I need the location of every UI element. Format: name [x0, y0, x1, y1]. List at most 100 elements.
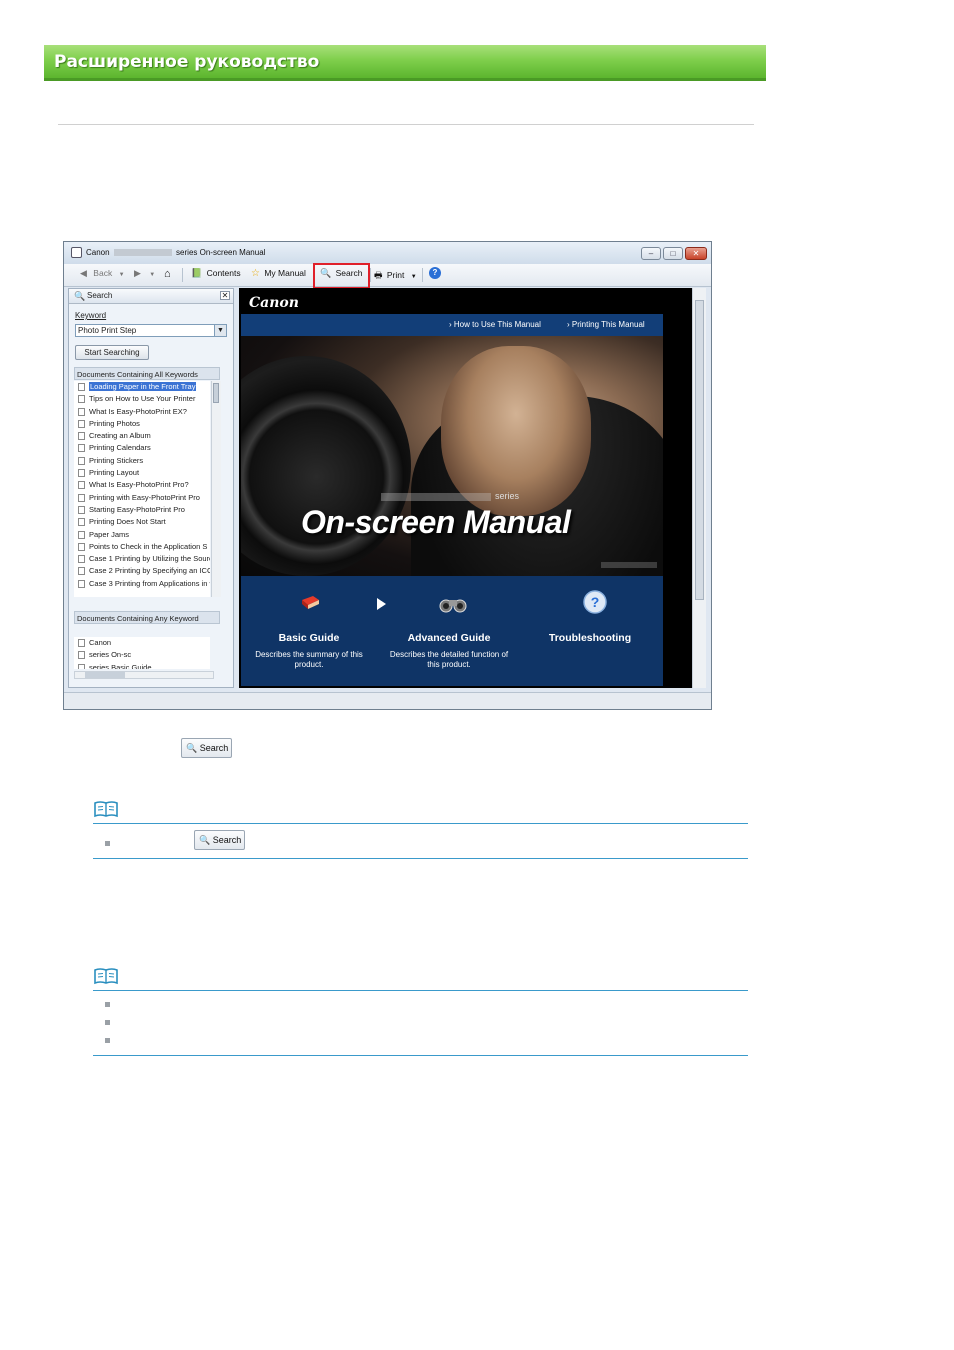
results-scrollbar[interactable] [211, 381, 221, 597]
home-icon: ⌂ [164, 268, 171, 280]
document-icon [78, 444, 85, 453]
content-scrollbar[interactable] [692, 288, 706, 688]
list-item-label: What Is Easy-PhotoPrint EX? [89, 406, 187, 416]
list-item-label: Printing with Easy-PhotoPrint Pro [89, 492, 200, 502]
list-item[interactable]: Printing Stickers [74, 455, 210, 467]
maximize-button[interactable]: □ [663, 247, 683, 260]
list-item[interactable]: Printing Does Not Start [74, 516, 210, 528]
canon-logo: Canon [249, 295, 299, 311]
list-item[interactable]: Printing Layout [74, 467, 210, 479]
document-icon [78, 530, 85, 539]
scrollbar-thumb[interactable] [85, 672, 125, 678]
search-icon: 🔍 [186, 743, 198, 753]
my-manual-button[interactable]: ☆ My Manual [251, 268, 306, 279]
list-item[interactable]: Paper Jams [74, 529, 210, 541]
blurred-model-name [113, 249, 172, 257]
bullet-marker [105, 841, 110, 846]
horizontal-scrollbar[interactable] [74, 671, 214, 679]
troubleshooting-title: Troubleshooting [548, 632, 632, 644]
list-item-label: Points to Check in the Application S [89, 541, 208, 551]
scrollbar-thumb[interactable] [695, 300, 704, 600]
list-item-label: Creating an Album [89, 431, 151, 441]
printing-manual-label: Printing This Manual [571, 320, 645, 329]
document-icon [78, 395, 85, 404]
list-item[interactable]: Printing Photos [74, 418, 210, 430]
list-item-label: What Is Easy-PhotoPrint Pro? [89, 480, 189, 490]
how-to-use-link[interactable]: › How to Use This Manual [449, 320, 541, 329]
top-divider [58, 124, 754, 125]
close-button[interactable]: ✕ [685, 247, 707, 260]
search-icon: 🔍 [74, 291, 86, 301]
scrollbar-thumb[interactable] [213, 383, 219, 403]
back-button[interactable]: ◀ Back ▼ [80, 268, 125, 279]
document-icon [78, 493, 85, 502]
list-item[interactable]: Loading Paper in the Front Tray [74, 381, 210, 393]
list-item[interactable]: series Basic Guide [74, 662, 210, 669]
list-item-label: series Basic Guide [89, 662, 152, 669]
basic-guide-title: Basic Guide [278, 632, 340, 644]
banner-title: Расширенное руководство [54, 52, 320, 72]
home-button[interactable]: ⌂ [164, 268, 171, 280]
close-pane-button[interactable]: ✕ [220, 291, 230, 300]
list-item-label: Case 1 Printing by Utilizing the Sourc [89, 554, 210, 564]
list-item[interactable]: Tips on How to Use Your Printer [74, 393, 210, 405]
document-icon [78, 663, 85, 669]
search-button-image: 🔍 Search [194, 830, 245, 850]
list-item[interactable]: Case 1 Printing by Utilizing the Sourc [74, 553, 210, 565]
list-item[interactable]: Creating an Album [74, 430, 210, 442]
document-icon [78, 419, 85, 428]
hero-photo: series On-screen Manual [241, 336, 663, 576]
document-icon [78, 579, 85, 588]
results-list: Loading Paper in the Front Tray Tips on H… [74, 381, 210, 597]
contents-button[interactable]: 📗 Contents [191, 268, 241, 279]
manual-window-screenshot: Canon series On-screen Manual – □ ✕ ◀ Ba… [63, 241, 712, 710]
list-item-label: series On-sc [89, 650, 132, 660]
list-item[interactable]: Starting Easy-PhotoPrint Pro [74, 504, 210, 516]
basic-guide-link[interactable]: Basic Guide Describes the summary of thi… [244, 632, 374, 670]
list-item[interactable]: What Is Easy-PhotoPrint Pro? [74, 479, 210, 491]
minimize-button[interactable]: – [641, 247, 661, 260]
forward-button[interactable]: ▶ ▼ [134, 268, 155, 279]
note-book-icon [94, 968, 118, 985]
window-title-suffix: series On-screen Manual [176, 248, 266, 257]
basic-guide-desc: Describes the summary of this product. [255, 650, 363, 669]
start-searching-button[interactable]: Start Searching [75, 345, 149, 360]
toolbar-separator [422, 268, 423, 282]
list-item[interactable]: Points to Check in the Application S [74, 541, 210, 553]
advanced-guide-desc: Describes the detailed function of this … [389, 650, 509, 669]
list-item[interactable]: Printing with Easy-PhotoPrint Pro [74, 492, 210, 504]
list-item[interactable]: series On-sc [74, 649, 210, 661]
arrow-right-icon [377, 598, 386, 610]
document-icon [78, 481, 85, 490]
advanced-guide-link[interactable]: Advanced Guide Describes the detailed fu… [384, 632, 514, 670]
list-item-label: Printing Does Not Start [89, 517, 166, 527]
document-icon [78, 651, 85, 660]
print-button[interactable]: 🖶 Print ▼ [374, 268, 417, 284]
all-keywords-header: Documents Containing All Keywords [74, 367, 220, 380]
chevron-down-icon[interactable]: ▼ [214, 325, 226, 336]
keyword-value: Photo Print Step [78, 326, 137, 335]
list-item-label: Printing Stickers [89, 455, 144, 465]
window-title: Canon series On-screen Manual [86, 248, 265, 257]
my-manual-label: My Manual [264, 268, 306, 278]
troubleshooting-link[interactable]: Troubleshooting [525, 632, 655, 644]
star-icon: ☆ [251, 268, 260, 279]
document-icon [78, 567, 85, 576]
keyword-label: Keyword [75, 311, 107, 320]
document-icon [78, 432, 85, 441]
keyword-input[interactable]: Photo Print Step ▼ [75, 324, 227, 337]
toolbar: ◀ Back ▼ ▶ ▼ ⌂ 📗 Contents ☆ My Manual 🔍 … [64, 264, 711, 287]
list-item[interactable]: Printing Calendars [74, 442, 210, 454]
list-item[interactable]: What Is Easy-PhotoPrint EX? [74, 406, 210, 418]
list-item[interactable]: Case 2 Printing by Specifying an ICC [74, 565, 210, 577]
help-button[interactable]: ? [429, 267, 441, 279]
note-book-icon [94, 801, 118, 818]
series-caption: series [381, 491, 519, 501]
list-item[interactable]: Case 3 Printing from Applications in v [74, 578, 210, 590]
printing-manual-link[interactable]: › Printing This Manual [567, 320, 645, 329]
list-item-label: Starting Easy-PhotoPrint Pro [89, 504, 185, 514]
toolbar-separator [182, 268, 183, 282]
list-item[interactable]: Canon [74, 637, 210, 649]
toolbar-separator [370, 268, 371, 282]
list-item-label: Case 2 Printing by Specifying an ICC [89, 566, 210, 576]
